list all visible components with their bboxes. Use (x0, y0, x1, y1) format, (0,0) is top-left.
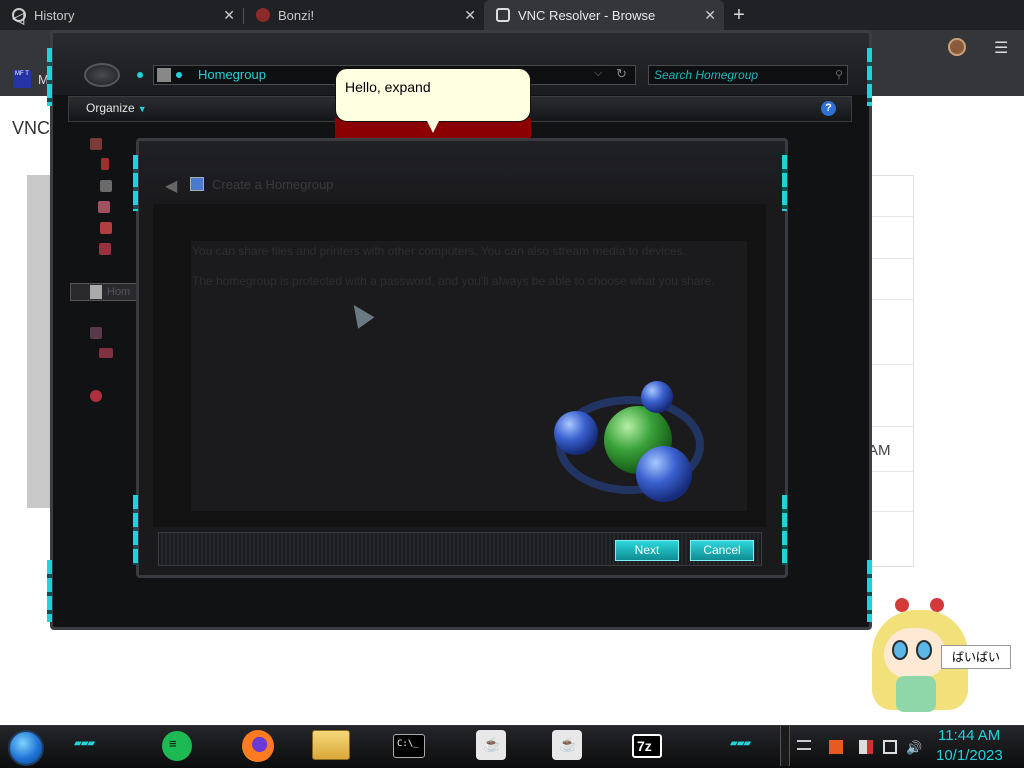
mascot-eye (892, 640, 908, 660)
cancel-button[interactable]: Cancel (690, 540, 754, 561)
mascot-body (896, 676, 936, 712)
dialog-description: The homegroup is protected with a passwo… (192, 274, 715, 288)
tab-bonzi[interactable]: Bonzi! ✕ (244, 0, 484, 30)
command-prompt-icon[interactable]: C:\_ (393, 734, 425, 758)
7zip-glyph: 7z (637, 738, 652, 754)
breadcrumb[interactable]: Homegroup (198, 67, 266, 82)
java-icon[interactable]: ☕ (552, 730, 582, 760)
window-border-decoration (782, 495, 787, 565)
bookmark-icon[interactable]: MF T (13, 70, 31, 88)
tab-vnc-resolver-label: VNC Resolver - Browse (518, 7, 656, 23)
chevron-up-icon[interactable] (797, 740, 811, 750)
tab-bonzi-label: Bonzi! (278, 7, 315, 23)
window-border-decoration (782, 155, 787, 211)
tab-vnc-resolver[interactable]: VNC Resolver - Browse ✕ (484, 0, 724, 30)
search-placeholder: Search Homegroup (654, 68, 759, 82)
window-border-decoration (47, 560, 52, 622)
window-border-decoration (867, 48, 872, 106)
browser-menu-button[interactable]: ☰ (994, 38, 1008, 58)
tooltip-balloon: Hello, expand (335, 68, 531, 122)
close-icon[interactable]: ✕ (704, 7, 716, 24)
computer-icon[interactable] (90, 327, 102, 339)
cmd-glyph: C:\_ (397, 739, 419, 749)
recent-places-icon[interactable] (98, 201, 110, 213)
new-tab-button[interactable]: + (728, 4, 750, 26)
page-title: VNC (12, 118, 51, 138)
start-button[interactable] (8, 730, 44, 766)
window-border-decoration (133, 495, 138, 565)
clock-time[interactable]: 11:44 AM (938, 727, 1000, 744)
desktop-icon[interactable] (101, 158, 109, 170)
search-icon[interactable]: ⚲ (835, 68, 843, 81)
clock-date[interactable]: 10/1/2023 (936, 747, 1003, 764)
java-icon[interactable]: ☕ (476, 730, 506, 760)
tooltip-text: Hello, expand (345, 79, 431, 95)
organize-menu-button[interactable]: Organize ▼ (86, 101, 147, 115)
chevron-down-icon[interactable]: ⌵ (594, 67, 602, 80)
sidebar-item-homegroup[interactable]: Hom (70, 283, 140, 301)
dialog-back-button[interactable]: ◀ (165, 176, 177, 196)
dialog-title: Create a Homegroup (212, 177, 334, 192)
help-icon[interactable]: ? (821, 101, 836, 116)
window-border-decoration (867, 560, 872, 622)
documents-icon[interactable] (99, 243, 111, 255)
browser-tab-bar: History ✕ Bonzi! ✕ VNC Resolver - Browse… (0, 0, 1024, 30)
mascot-eye (916, 640, 932, 660)
taskbar-decoration: ▰▰▰ (730, 738, 751, 749)
vnc-icon (496, 8, 510, 22)
favorites-icon[interactable] (90, 138, 102, 150)
java-glyph: ☕ (559, 736, 577, 752)
flag-icon[interactable] (859, 740, 873, 754)
sidebar-item-label: Hom (107, 286, 131, 298)
back-button[interactable]: ◁ (12, 8, 24, 28)
next-button[interactable]: Next (615, 540, 679, 561)
tooltip-tail (427, 121, 439, 133)
libraries-icon[interactable] (100, 222, 112, 234)
dialog-titlebar (139, 141, 785, 203)
drive-icon[interactable] (99, 348, 113, 358)
window-border-decoration (47, 48, 52, 106)
search-input[interactable]: Search Homegroup ⚲ (648, 65, 848, 85)
explorer-back-button[interactable] (84, 63, 120, 87)
homegroup-icon (190, 177, 204, 191)
tab-history[interactable]: History ✕ (0, 0, 243, 30)
show-desktop-button[interactable] (780, 726, 790, 766)
chevron-down-icon: ▼ (137, 104, 147, 114)
avatar[interactable] (948, 38, 966, 56)
homegroup-icon (157, 68, 171, 82)
tab-history-label: History (34, 7, 75, 23)
app-tray-icon[interactable] (829, 740, 843, 754)
network-icon[interactable] (90, 390, 102, 402)
dialog-description: You can share files and printers with ot… (192, 244, 686, 258)
close-icon[interactable]: ✕ (464, 7, 476, 24)
mascot-speech-bubble: ばいばい (941, 645, 1011, 669)
java-glyph: ☕ (483, 736, 501, 752)
network-icon[interactable] (883, 740, 897, 754)
7zip-icon[interactable]: 7z (632, 734, 662, 758)
bonzi-icon (256, 8, 270, 22)
firefox-icon[interactable] (242, 730, 274, 762)
file-explorer-icon[interactable] (312, 730, 350, 760)
breadcrumb-arrow-icon[interactable] (176, 72, 182, 78)
spotify-glyph: ≡ (169, 736, 177, 751)
refresh-icon[interactable]: ↻ (616, 66, 627, 82)
close-icon[interactable]: ✕ (223, 7, 235, 24)
window-border-decoration (133, 155, 138, 211)
taskbar-decoration: ▰▰▰ (74, 738, 95, 749)
forward-button[interactable] (137, 72, 143, 78)
homegroup-orbs-icon (554, 381, 704, 502)
volume-icon[interactable]: 🔊 (906, 740, 922, 755)
downloads-icon[interactable] (100, 180, 112, 192)
spotify-icon[interactable]: ≡ (162, 731, 192, 761)
homegroup-icon (90, 285, 102, 299)
organize-label: Organize (86, 101, 135, 115)
